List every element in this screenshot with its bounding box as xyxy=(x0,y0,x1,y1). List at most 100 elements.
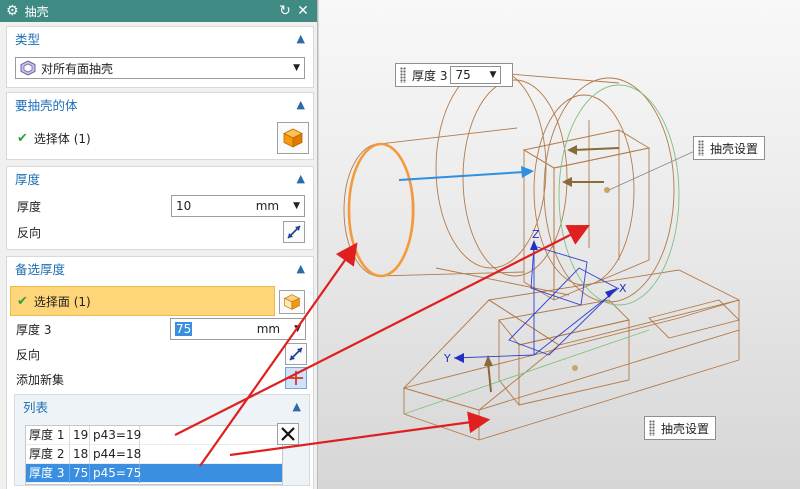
chevron-down-icon[interactable]: ▼ xyxy=(293,201,300,211)
select-body-row[interactable]: ✔ 选择体 (1) xyxy=(17,127,237,149)
list-item-expr: p44=18 xyxy=(90,444,141,464)
reverse-row: 反向 xyxy=(17,221,137,243)
collapse-icon[interactable]: ▲ xyxy=(297,262,305,275)
alt-reverse-row: 反向 xyxy=(16,343,136,365)
reverse-direction-icon xyxy=(287,225,301,239)
list-item-expr: p45=75 xyxy=(90,463,141,483)
shell-dialog: ⚙ 抽壳 ↻ ✕ 类型 ▲ 对所有面抽壳 ▼ 要抽壳的体 ▲ ✔ 选择体 (1) xyxy=(0,0,318,489)
list-item-value: 18 xyxy=(70,444,90,464)
z-axis-label: Z xyxy=(532,228,540,241)
dialog-titlebar: ⚙ 抽壳 ↻ ✕ xyxy=(0,0,317,22)
chevron-down-icon: ▼ xyxy=(293,63,300,73)
type-dropdown[interactable]: 对所有面抽壳 ▼ xyxy=(15,57,305,79)
list-section-header[interactable]: 列表 ▲ xyxy=(15,395,309,417)
list-item-selected[interactable]: 厚度 3 75 p45=75 xyxy=(26,463,282,483)
body-section-label: 要抽壳的体 xyxy=(15,97,78,113)
add-plus-icon xyxy=(289,371,303,385)
thickness-section-label: 厚度 xyxy=(15,171,41,187)
thickness-list: 厚度 1 19 p43=19 厚度 2 18 p44=18 厚度 3 75 p4… xyxy=(25,425,283,485)
type-value: 对所有面抽壳 xyxy=(41,61,114,76)
alt-thickness-label: 厚度 3 xyxy=(16,322,52,337)
add-set-label: 添加新集 xyxy=(16,372,65,387)
delete-item-button[interactable] xyxy=(277,423,299,445)
body-section: 要抽壳的体 ▲ ✔ 选择体 (1) xyxy=(6,92,314,160)
drag-grip-icon[interactable] xyxy=(649,420,655,436)
chevron-down-icon[interactable]: ▼ xyxy=(294,324,301,334)
thickness-callout-value[interactable]: 75 xyxy=(455,68,489,82)
alt-thickness-field[interactable]: 75 mm ▼ xyxy=(170,318,306,340)
alt-reverse-label: 反向 xyxy=(16,347,41,362)
type-section-label: 类型 xyxy=(15,31,41,47)
gear-icon[interactable]: ⚙ xyxy=(6,3,19,19)
shell-settings-callout-1[interactable]: 抽壳设置 xyxy=(693,136,765,160)
thickness-label: 厚度 xyxy=(17,199,42,214)
dialog-title: 抽壳 xyxy=(24,4,49,19)
select-face-label: 选择面 (1) xyxy=(33,294,91,309)
thickness-section: 厚度 ▲ 厚度 10 mm ▼ 反向 xyxy=(6,166,314,250)
shell-settings-callout-2[interactable]: 抽壳设置 xyxy=(644,416,716,440)
delete-x-icon xyxy=(281,427,295,441)
face-select-icon xyxy=(283,294,301,310)
shell-settings-label-1: 抽壳设置 xyxy=(710,141,759,156)
alt-thickness-section-label: 备选厚度 xyxy=(15,261,66,277)
solid-body-icon xyxy=(283,128,303,148)
list-section: 列表 ▲ 厚度 1 19 p43=19 厚度 2 18 p44=18 厚度 3 … xyxy=(14,394,310,486)
thickness-callout[interactable]: 厚度 3 75 ▼ xyxy=(395,63,513,87)
select-body-label: 选择体 (1) xyxy=(33,131,91,146)
shell-settings-label-2: 抽壳设置 xyxy=(661,421,710,436)
type-section-header[interactable]: 类型 ▲ xyxy=(7,27,313,49)
selected-face-highlight[interactable] xyxy=(347,142,415,278)
alt-thickness-row: 厚度 3 xyxy=(16,318,136,340)
check-icon: ✔ xyxy=(17,293,28,309)
close-icon[interactable]: ✕ xyxy=(295,3,311,19)
drag-grip-icon[interactable] xyxy=(698,140,704,156)
list-section-label: 列表 xyxy=(23,399,49,415)
list-item-value: 75 xyxy=(70,463,90,483)
drag-grip-icon[interactable] xyxy=(400,67,406,83)
list-item-name: 厚度 3 xyxy=(26,463,70,483)
list-item[interactable]: 厚度 2 18 p44=18 xyxy=(26,444,282,464)
y-axis-arrow xyxy=(454,353,464,363)
add-new-set-button[interactable] xyxy=(285,367,307,389)
thickness-callout-field[interactable]: 75 ▼ xyxy=(450,66,502,84)
thickness-field[interactable]: 10 mm ▼ xyxy=(171,195,305,217)
collapse-icon[interactable]: ▲ xyxy=(293,400,301,413)
collapse-icon[interactable]: ▲ xyxy=(297,32,305,45)
list-item-name: 厚度 2 xyxy=(26,444,70,464)
reverse-label: 反向 xyxy=(17,225,42,240)
thickness-value[interactable]: 10 xyxy=(176,199,256,213)
y-axis-label: Y xyxy=(443,352,451,365)
reset-icon[interactable]: ↻ xyxy=(277,3,293,19)
x-axis-label: X xyxy=(619,282,627,295)
alt-thickness-input[interactable]: 75 xyxy=(175,322,257,336)
collapse-icon[interactable]: ▲ xyxy=(297,98,305,111)
alt-reverse-direction-button[interactable] xyxy=(285,343,307,365)
chevron-down-icon[interactable]: ▼ xyxy=(489,70,496,80)
list-item[interactable]: 厚度 1 19 p43=19 xyxy=(26,425,282,445)
thickness-row: 厚度 xyxy=(17,195,137,217)
collapse-icon[interactable]: ▲ xyxy=(297,172,305,185)
body-section-header[interactable]: 要抽壳的体 ▲ xyxy=(7,93,313,115)
list-item-name: 厚度 1 xyxy=(26,425,70,445)
callout-leader xyxy=(608,149,698,191)
select-face-button[interactable] xyxy=(279,290,305,314)
model-view[interactable]: Z Y X xyxy=(319,0,800,489)
alt-thickness-value[interactable]: 75 xyxy=(175,322,193,336)
select-face-row[interactable]: ✔ 选择面 (1) xyxy=(10,286,275,316)
alt-thickness-section-header[interactable]: 备选厚度 ▲ xyxy=(7,257,313,279)
z-axis-arrow xyxy=(530,240,538,250)
check-icon: ✔ xyxy=(17,130,28,146)
list-item-value: 19 xyxy=(70,425,90,445)
handle-point[interactable] xyxy=(572,365,578,371)
graphics-viewport[interactable]: Z Y X 厚度 3 75 ▼ 抽壳设置 抽壳设置 xyxy=(319,0,800,489)
thickness-callout-label: 厚度 3 xyxy=(412,68,448,83)
list-item-expr: p43=19 xyxy=(90,425,141,445)
shell-type-icon xyxy=(20,60,36,76)
type-section: 类型 ▲ 对所有面抽壳 ▼ xyxy=(6,26,314,88)
alt-thickness-unit: mm xyxy=(256,322,281,336)
select-body-button[interactable] xyxy=(277,122,309,154)
add-set-row: 添加新集 xyxy=(16,368,156,390)
model-wireframe xyxy=(343,67,741,441)
reverse-direction-button[interactable] xyxy=(283,221,305,243)
thickness-section-header[interactable]: 厚度 ▲ xyxy=(7,167,313,189)
